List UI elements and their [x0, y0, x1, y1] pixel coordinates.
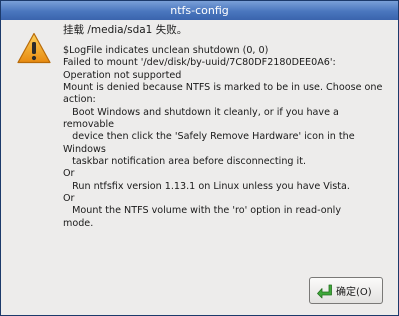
ok-arrow-icon: [317, 284, 332, 298]
warning-icon: [17, 32, 51, 64]
dialog-secondary-text: $LogFile indicates unclean shutdown (0, …: [63, 45, 383, 229]
ok-button-label: 确定(O): [336, 287, 372, 298]
dialog-message: 挂载 /media/sda1 失败。 $LogFile indicates un…: [63, 23, 393, 230]
dialog-content: 挂载 /media/sda1 失败。 $LogFile indicates un…: [1, 20, 398, 315]
ok-button[interactable]: 确定(O): [309, 277, 383, 304]
dialog-window: ntfs-config 挂载 /media/sda1 失败。 $LogFile …: [0, 0, 399, 316]
window-title: ntfs-config: [170, 4, 229, 17]
dialog-primary-text: 挂载 /media/sda1 失败。: [63, 24, 188, 36]
window-titlebar[interactable]: ntfs-config: [1, 1, 398, 20]
